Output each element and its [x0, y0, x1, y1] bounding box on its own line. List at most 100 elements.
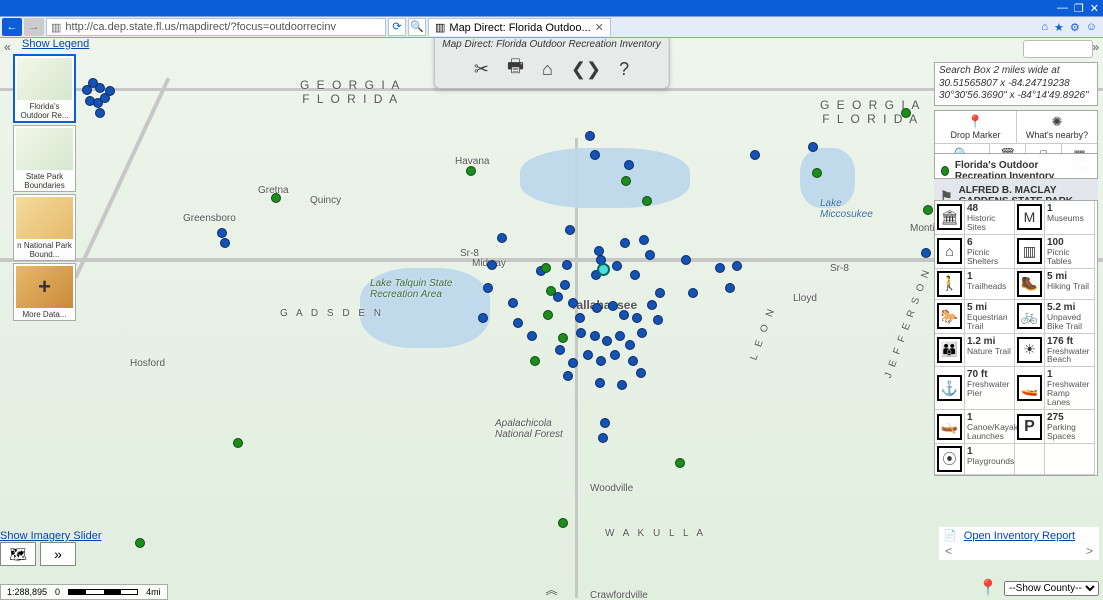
- map-point[interactable]: [647, 300, 657, 310]
- map-point[interactable]: [88, 78, 98, 88]
- map-point-selected[interactable]: [597, 263, 610, 276]
- print-tool-icon[interactable]: 🖶: [507, 54, 524, 84]
- map-point[interactable]: [105, 86, 115, 96]
- map-point[interactable]: [812, 168, 822, 178]
- map-point[interactable]: [541, 263, 551, 273]
- map-point[interactable]: [271, 193, 281, 203]
- search-button[interactable]: 🔍: [408, 18, 426, 36]
- map-point[interactable]: [675, 458, 685, 468]
- home-extent-icon[interactable]: ⌂: [542, 59, 553, 80]
- map-point[interactable]: [497, 233, 507, 243]
- map-point[interactable]: [901, 108, 911, 118]
- map-point[interactable]: [642, 196, 652, 206]
- map-point[interactable]: [487, 260, 497, 270]
- map-point[interactable]: [595, 378, 605, 388]
- window-restore[interactable]: ❐: [1074, 2, 1084, 15]
- url-field-wrap[interactable]: ▥: [46, 18, 386, 36]
- map-point[interactable]: [590, 331, 600, 341]
- imagery-expand-button[interactable]: »: [40, 542, 76, 566]
- tools-icon[interactable]: ⚙: [1070, 21, 1080, 34]
- map-point[interactable]: [637, 328, 647, 338]
- help-tool-icon[interactable]: ?: [619, 59, 629, 80]
- favorites-icon[interactable]: ★: [1054, 21, 1064, 34]
- toc-item-outdoor-rec[interactable]: Florida's Outdoor Re...: [13, 54, 76, 123]
- refresh-button[interactable]: ⟳: [388, 18, 406, 36]
- toc-item-nat-parks[interactable]: n National Park Bound...: [13, 194, 76, 261]
- map-point[interactable]: [808, 142, 818, 152]
- map-point[interactable]: [923, 205, 933, 215]
- map-point[interactable]: [568, 298, 578, 308]
- map-point[interactable]: [543, 310, 553, 320]
- map-point[interactable]: [530, 356, 540, 366]
- map-point[interactable]: [600, 418, 610, 428]
- window-close[interactable]: ✕: [1090, 2, 1099, 15]
- county-select[interactable]: --Show County--: [1004, 581, 1099, 596]
- show-legend-link[interactable]: Show Legend: [22, 38, 89, 50]
- map-point[interactable]: [546, 286, 556, 296]
- map-point[interactable]: [568, 358, 578, 368]
- map-point[interactable]: [483, 283, 493, 293]
- map-point[interactable]: [621, 176, 631, 186]
- map-point[interactable]: [513, 318, 523, 328]
- map-point[interactable]: [585, 131, 595, 141]
- map-point[interactable]: [563, 371, 573, 381]
- basemap-button[interactable]: 🗺: [0, 542, 36, 566]
- collapse-right-icon[interactable]: »: [1092, 40, 1099, 54]
- map-point[interactable]: [508, 298, 518, 308]
- right-search-input[interactable]: [1023, 40, 1093, 58]
- drop-marker-button[interactable]: 📍Drop Marker: [935, 111, 1016, 143]
- map-point[interactable]: [732, 261, 742, 271]
- map-point[interactable]: [624, 160, 634, 170]
- map-point[interactable]: [220, 238, 230, 248]
- map-point[interactable]: [592, 303, 602, 313]
- map-point[interactable]: [615, 331, 625, 341]
- map-point[interactable]: [135, 538, 145, 548]
- map-point[interactable]: [750, 150, 760, 160]
- map-point[interactable]: [598, 433, 608, 443]
- toc-item-more-data[interactable]: +More Data...: [13, 263, 76, 321]
- map-point[interactable]: [558, 333, 568, 343]
- pager-next[interactable]: >: [1086, 544, 1093, 558]
- map-point[interactable]: [576, 328, 586, 338]
- show-imagery-link[interactable]: Show Imagery Slider: [0, 530, 102, 542]
- map-point[interactable]: [217, 228, 227, 238]
- map-point[interactable]: [608, 301, 618, 311]
- toc-item-state-parks[interactable]: State Park Boundaries: [13, 125, 76, 192]
- map-point[interactable]: [527, 331, 537, 341]
- location-pin-icon[interactable]: 📍: [978, 578, 998, 598]
- open-report-link[interactable]: Open Inventory Report: [964, 530, 1075, 542]
- map-point[interactable]: [610, 350, 620, 360]
- map-point[interactable]: [478, 313, 488, 323]
- map-point[interactable]: [233, 438, 243, 448]
- map-point[interactable]: [562, 260, 572, 270]
- map-point[interactable]: [921, 248, 931, 258]
- expand-bottom-icon[interactable]: ︽: [545, 581, 557, 598]
- map-point[interactable]: [639, 235, 649, 245]
- map-point[interactable]: [602, 336, 612, 346]
- map-point[interactable]: [575, 313, 585, 323]
- map-point[interactable]: [620, 238, 630, 248]
- map-point[interactable]: [632, 313, 642, 323]
- map-point[interactable]: [565, 225, 575, 235]
- map-point[interactable]: [625, 340, 635, 350]
- map-point[interactable]: [583, 350, 593, 360]
- map-point[interactable]: [681, 255, 691, 265]
- map-point[interactable]: [555, 345, 565, 355]
- map-point[interactable]: [596, 356, 606, 366]
- url-input[interactable]: [65, 21, 381, 33]
- share-tool-icon[interactable]: ❮❯: [571, 59, 601, 80]
- map-point[interactable]: [590, 150, 600, 160]
- map-point[interactable]: [655, 288, 665, 298]
- map-point[interactable]: [725, 283, 735, 293]
- nav-forward-button[interactable]: →: [24, 18, 44, 36]
- nav-back-button[interactable]: ←: [2, 18, 22, 36]
- whats-nearby-button[interactable]: ✺What's nearby?: [1016, 111, 1097, 143]
- map-canvas[interactable]: G E O R G I A F L O R I D A G E O R G I …: [0, 38, 1103, 600]
- collapse-left-icon[interactable]: «: [4, 40, 11, 54]
- map-point[interactable]: [560, 280, 570, 290]
- home-icon[interactable]: ⌂: [1041, 21, 1048, 34]
- tab-close[interactable]: ✕: [595, 21, 604, 34]
- map-point[interactable]: [636, 368, 646, 378]
- map-point[interactable]: [558, 518, 568, 528]
- browser-tab[interactable]: ▥ Map Direct: Florida Outdoo... ✕: [428, 18, 611, 36]
